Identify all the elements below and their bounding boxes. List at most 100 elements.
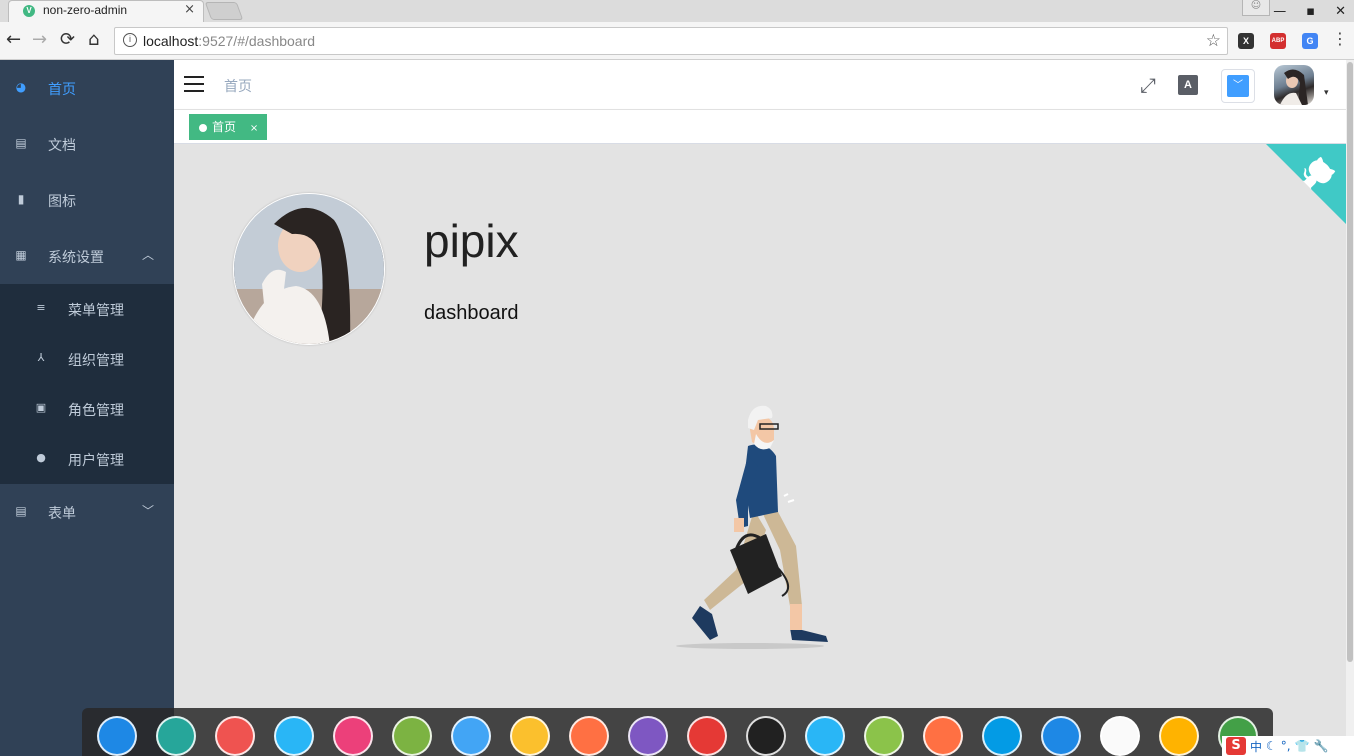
vue-favicon-icon: V bbox=[23, 5, 35, 17]
form-icon: ▤ bbox=[15, 504, 27, 518]
hamburger-icon[interactable] bbox=[184, 76, 204, 92]
back-icon[interactable]: ← bbox=[6, 30, 21, 50]
adblock-plus-icon[interactable]: ABP bbox=[1270, 33, 1286, 49]
system-tray: S 中 ☾ °, 👕 🔧 bbox=[1222, 736, 1354, 756]
tree-icon: ⅄ bbox=[37, 351, 45, 364]
google-translate-icon[interactable]: G bbox=[1302, 33, 1318, 49]
x-extension-icon[interactable]: X bbox=[1238, 33, 1254, 49]
avatar[interactable] bbox=[1274, 65, 1314, 105]
walking-man-illustration bbox=[676, 405, 828, 649]
sidebar-item-icons[interactable]: ▮ 图标 bbox=[0, 172, 174, 228]
sidebar-item-docs[interactable]: ▤ 文档 bbox=[0, 116, 174, 172]
deepin-store-icon[interactable] bbox=[156, 716, 196, 756]
home-icon[interactable]: ⌂ bbox=[88, 30, 99, 50]
settings-icon[interactable] bbox=[569, 716, 609, 756]
sidebar-item-label: 文档 bbox=[48, 138, 76, 154]
browser-menu-icon[interactable]: ⋮ bbox=[1332, 31, 1348, 47]
sidebar: ◕ 首页 ▤ 文档 ▮ 图标 ▦ 系统设置 ︿ ≡ 菜单管理 ⅄ 组织管理 ▣ … bbox=[0, 60, 174, 756]
close-window-icon[interactable]: ✕ bbox=[1335, 4, 1346, 19]
navbar: 首页 ⤢ A ﹀ ▾ bbox=[174, 60, 1346, 110]
tag-home[interactable]: 首页 × bbox=[189, 114, 268, 140]
chevron-down-icon: ﹀ bbox=[141, 504, 154, 518]
scrollbar-thumb[interactable] bbox=[1347, 62, 1353, 662]
file-manager-icon[interactable] bbox=[274, 716, 314, 756]
url-host: localhost bbox=[143, 33, 199, 49]
chrome-icon[interactable] bbox=[510, 716, 550, 756]
site-info-icon[interactable]: i bbox=[123, 33, 137, 47]
tag-dot-icon bbox=[199, 124, 207, 132]
sidebar-item-label: 图标 bbox=[48, 194, 76, 210]
calendar-icon[interactable] bbox=[1159, 716, 1199, 756]
bookmark-star-icon[interactable]: ☆ bbox=[1206, 31, 1221, 51]
draw-icon[interactable] bbox=[805, 716, 845, 756]
chevron-up-icon: ︿ bbox=[141, 248, 154, 262]
sidebar-item-label: 用户管理 bbox=[68, 453, 124, 469]
sidebar-item-menu-management[interactable]: ≡ 菜单管理 bbox=[0, 284, 174, 334]
user-avatar-large bbox=[233, 193, 385, 345]
sidebar-item-home[interactable]: ◕ 首页 bbox=[0, 60, 174, 116]
ime-lang-indicator[interactable]: 中 bbox=[1250, 738, 1262, 755]
url-text[interactable]: localhost:9527/#/dashboard bbox=[143, 33, 315, 49]
shirt-icon[interactable]: 👕 bbox=[1295, 739, 1310, 753]
app-store-icon[interactable] bbox=[333, 716, 373, 756]
sidebar-item-forms[interactable]: ▤ 表单 ﹀ bbox=[0, 484, 174, 540]
moon-icon[interactable]: ☾ bbox=[1266, 739, 1277, 753]
sidebar-item-org-management[interactable]: ⅄ 组织管理 bbox=[0, 334, 174, 384]
intellij-icon[interactable] bbox=[746, 716, 786, 756]
qq-icon[interactable] bbox=[1100, 716, 1140, 756]
music-icon[interactable] bbox=[392, 716, 432, 756]
page-scrollbar[interactable] bbox=[1346, 60, 1354, 756]
role-icon: ▣ bbox=[35, 401, 47, 414]
icon-icon: ▮ bbox=[17, 192, 25, 206]
desktop-dock bbox=[82, 708, 1273, 756]
video-player-icon[interactable] bbox=[451, 716, 491, 756]
grid-icon: ▦ bbox=[15, 248, 27, 262]
sidebar-item-role-management[interactable]: ▣ 角色管理 bbox=[0, 384, 174, 434]
tags-view: 首页 × bbox=[174, 110, 1346, 144]
sidebar-item-label: 系统设置 bbox=[48, 250, 104, 266]
sidebar-item-label: 首页 bbox=[48, 82, 76, 98]
eject-icon[interactable] bbox=[923, 716, 963, 756]
address-bar[interactable]: i localhost:9527/#/dashboard ☆ bbox=[114, 27, 1228, 55]
browser-tab[interactable]: V non-zero-admin × bbox=[8, 0, 204, 22]
sogou-ime-icon[interactable]: S bbox=[1226, 737, 1246, 755]
punctuation-icon[interactable]: °, bbox=[1281, 739, 1291, 753]
new-tab-button[interactable] bbox=[204, 2, 244, 20]
dashboard-icon: ◕ bbox=[15, 80, 27, 94]
blue-app-icon[interactable] bbox=[1041, 716, 1081, 756]
voice-icon[interactable] bbox=[628, 716, 668, 756]
deepin-launcher-icon[interactable] bbox=[97, 716, 137, 756]
sidebar-item-label: 角色管理 bbox=[68, 403, 124, 419]
reload-icon[interactable]: ⟳ bbox=[60, 30, 75, 50]
github-corner-icon[interactable] bbox=[1266, 144, 1346, 224]
tag-label: 首页 bbox=[212, 120, 237, 134]
window-controls: — ▪ ✕ bbox=[1273, 0, 1346, 22]
wifi-icon[interactable] bbox=[982, 716, 1022, 756]
tab-close-icon[interactable]: × bbox=[184, 2, 195, 17]
terminal-icon[interactable] bbox=[687, 716, 727, 756]
url-path: :9527/#/dashboard bbox=[198, 33, 316, 49]
system-settings-submenu: ≡ 菜单管理 ⅄ 组织管理 ▣ 角色管理 ● 用户管理 bbox=[0, 284, 174, 484]
sidebar-item-system-settings[interactable]: ▦ 系统设置 ︿ bbox=[0, 228, 174, 284]
menu-list-icon: ≡ bbox=[36, 301, 46, 314]
minimize-icon[interactable]: — bbox=[1273, 4, 1286, 19]
power-icon[interactable] bbox=[864, 716, 904, 756]
dashboard-main: pipix dashboard bbox=[174, 144, 1346, 756]
profile-icon[interactable]: ☺ bbox=[1242, 0, 1270, 16]
maximize-icon[interactable]: ▪ bbox=[1306, 4, 1315, 19]
language-icon[interactable]: A bbox=[1178, 75, 1198, 95]
tab-title: non-zero-admin bbox=[43, 3, 128, 17]
caret-down-icon[interactable]: ▾ bbox=[1324, 88, 1329, 98]
fullscreen-icon[interactable]: ⤢ bbox=[1137, 74, 1159, 96]
tag-close-icon[interactable]: × bbox=[250, 123, 258, 134]
deepin-manual-icon[interactable] bbox=[215, 716, 255, 756]
sidebar-item-label: 菜单管理 bbox=[68, 303, 124, 319]
wrench-icon[interactable]: 🔧 bbox=[1314, 739, 1329, 753]
forward-icon[interactable]: → bbox=[32, 30, 47, 50]
breadcrumb: 首页 bbox=[224, 79, 252, 95]
user-role: dashboard bbox=[424, 302, 519, 324]
theme-picker[interactable]: ﹀ bbox=[1221, 69, 1255, 103]
sidebar-item-user-management[interactable]: ● 用户管理 bbox=[0, 434, 174, 484]
sidebar-item-label: 组织管理 bbox=[68, 353, 124, 369]
document-icon: ▤ bbox=[15, 136, 27, 150]
